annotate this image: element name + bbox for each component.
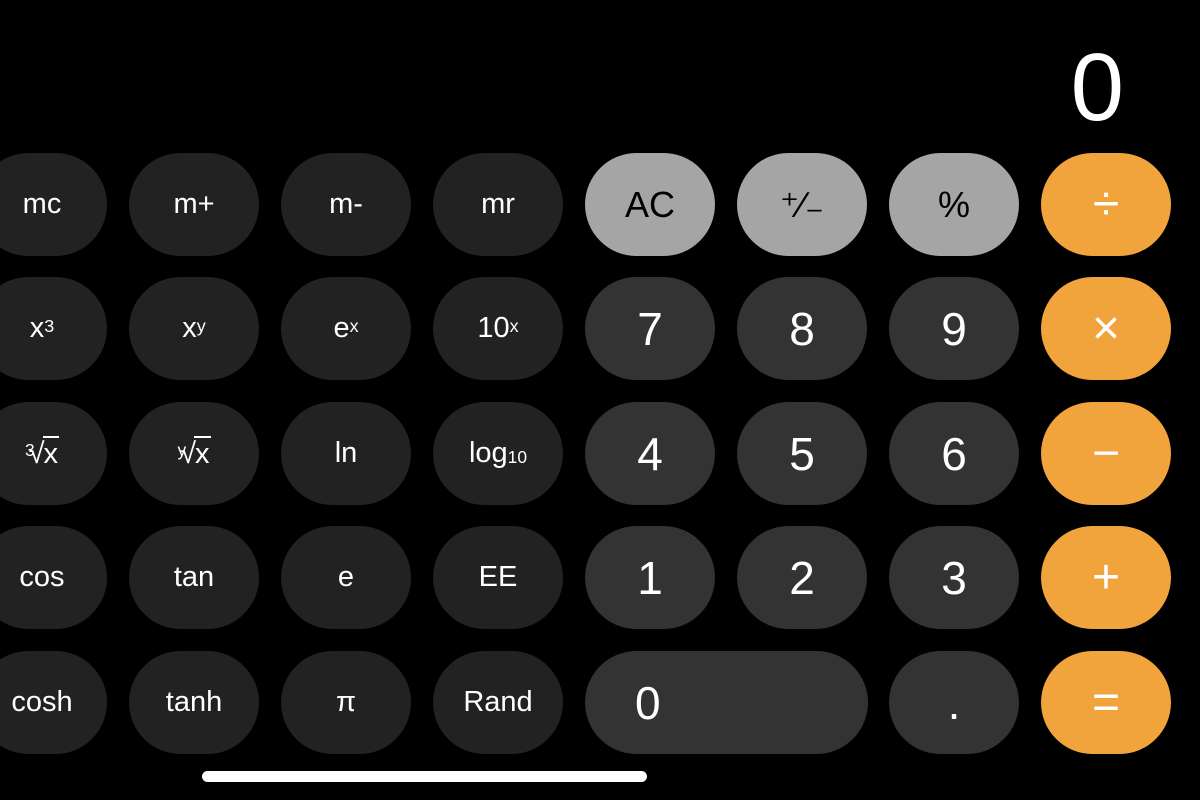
key-label: EE	[478, 561, 518, 593]
key-label: +	[1091, 551, 1121, 604]
key-subscript: 10	[507, 447, 528, 468]
all-clear-button[interactable]: AC	[585, 153, 715, 256]
x-to-y-button[interactable]: xy	[129, 277, 259, 380]
key-label: 9	[941, 302, 967, 355]
four-button[interactable]: 4	[585, 402, 715, 505]
key-label: e	[337, 561, 355, 593]
one-button[interactable]: 1	[585, 526, 715, 629]
add-button[interactable]: +	[1041, 526, 1171, 629]
root-index: 3	[24, 440, 35, 461]
five-button[interactable]: 5	[737, 402, 867, 505]
three-button[interactable]: 3	[889, 526, 1019, 629]
decimal-button[interactable]: .	[889, 651, 1019, 754]
key-label: 4	[637, 427, 663, 480]
key-label: ×	[1091, 302, 1121, 355]
key-label: mr	[481, 188, 515, 220]
percent-button[interactable]: %	[889, 153, 1019, 256]
key-label: π	[335, 686, 356, 718]
key-label: 2	[789, 551, 815, 604]
key-label: m-	[329, 188, 363, 220]
key-label: −	[1091, 427, 1121, 480]
two-button[interactable]: 2	[737, 526, 867, 629]
eight-button[interactable]: 8	[737, 277, 867, 380]
key-label: 1	[637, 551, 663, 604]
root-symbol: y √ x	[177, 436, 211, 471]
ln-button[interactable]: ln	[281, 402, 411, 505]
key-label: 10	[477, 312, 510, 344]
key-label: x	[29, 312, 45, 344]
key-label: x	[182, 312, 197, 344]
radicand: x	[42, 436, 59, 470]
key-label: ÷	[1092, 178, 1120, 231]
key-label: 5	[789, 427, 815, 480]
key-label: ⁺∕₋	[779, 183, 824, 225]
key-label: ln	[334, 437, 358, 469]
key-label: 7	[637, 302, 663, 355]
key-label: tanh	[165, 686, 223, 718]
plus-minus-button[interactable]: ⁺∕₋	[737, 153, 867, 256]
key-label: e	[333, 312, 350, 344]
e-to-x-button[interactable]: ex	[281, 277, 411, 380]
ten-to-x-button[interactable]: 10 x	[433, 277, 563, 380]
key-label: =	[1091, 676, 1121, 729]
mc-button[interactable]: mc	[0, 153, 107, 256]
key-label: 0	[635, 676, 661, 729]
key-label: %	[937, 183, 970, 225]
seven-button[interactable]: 7	[585, 277, 715, 380]
root-index: y	[177, 440, 187, 461]
key-label: .	[947, 676, 961, 729]
e-button[interactable]: e	[281, 526, 411, 629]
home-indicator[interactable]	[202, 771, 647, 782]
root-symbol: 3 √ x	[25, 436, 59, 471]
key-label: tan	[173, 561, 215, 593]
six-button[interactable]: 6	[889, 402, 1019, 505]
key-label: cos	[19, 561, 65, 593]
equals-button[interactable]: =	[1041, 651, 1171, 754]
divide-button[interactable]: ÷	[1041, 153, 1171, 256]
cos-button[interactable]: cos	[0, 526, 107, 629]
mr-button[interactable]: mr	[433, 153, 563, 256]
key-label: m+	[173, 188, 215, 220]
m-minus-button[interactable]: m-	[281, 153, 411, 256]
subtract-button[interactable]: −	[1041, 402, 1171, 505]
tan-button[interactable]: tan	[129, 526, 259, 629]
multiply-button[interactable]: ×	[1041, 277, 1171, 380]
ee-button[interactable]: EE	[433, 526, 563, 629]
rand-button[interactable]: Rand	[433, 651, 563, 754]
key-label: cosh	[11, 686, 73, 718]
key-label: 6	[941, 427, 967, 480]
result-display: 0	[1070, 34, 1124, 141]
key-label: AC	[624, 183, 675, 225]
cube-root-button[interactable]: 3 √ x	[0, 402, 107, 505]
radicand: x	[194, 436, 211, 470]
m-plus-button[interactable]: m+	[129, 153, 259, 256]
key-label: mc	[22, 188, 62, 220]
tanh-button[interactable]: tanh	[129, 651, 259, 754]
pi-button[interactable]: π	[281, 651, 411, 754]
cosh-button[interactable]: cosh	[0, 651, 107, 754]
y-root-button[interactable]: y √ x	[129, 402, 259, 505]
nine-button[interactable]: 9	[889, 277, 1019, 380]
zero-button[interactable]: 0	[585, 651, 868, 754]
key-label: Rand	[463, 686, 533, 718]
key-label: log	[468, 437, 508, 469]
key-label: 8	[789, 302, 815, 355]
key-label: 3	[941, 551, 967, 604]
x-cubed-button[interactable]: x3	[0, 277, 107, 380]
log10-button[interactable]: log 10	[433, 402, 563, 505]
